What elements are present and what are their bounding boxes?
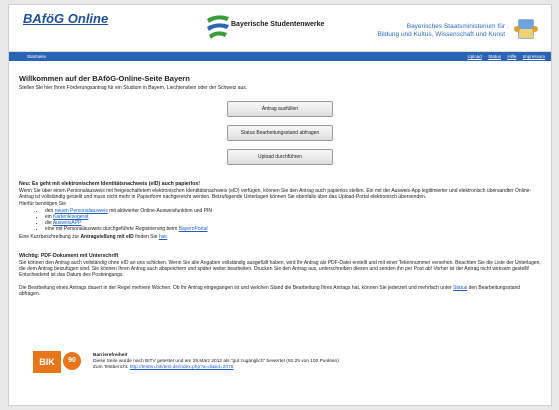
nav-bar: Startseite Upload Status Hilfe Impressum (9, 52, 551, 61)
bavarian-crest-icon (514, 19, 538, 39)
bik-score-badge: 90 (63, 352, 81, 370)
eid-paragraph: Wenn Sie über einen Personalausweis mit … (19, 188, 532, 200)
bafoeg-online-logo[interactable]: BAföG Online (23, 11, 108, 26)
studentenwerk-logo: Bayerische Studentenwerke (205, 11, 325, 43)
eid-section-title: Neu: Es geht mit elektronischem Identitä… (19, 181, 201, 187)
nav-links: Upload Status Hilfe Impressum (463, 54, 545, 60)
test-report-link[interactable]: http://testen.bitvtest.de/index.php?a=di… (130, 365, 234, 370)
test-report-label: Zum Testbericht: (93, 365, 129, 370)
ministry-line-2: Bildung und Kultus, Wissenschaft und Kun… (377, 31, 505, 38)
eid-requirements-intro: Hierfür benötigen Sie (19, 201, 66, 207)
list-item-text: mit aktivierter Online-Ausweisfunktion u… (109, 208, 213, 214)
bik-logo: BIK (33, 351, 61, 373)
fill-application-button[interactable]: Antrag ausfüllen (227, 101, 333, 117)
accessibility-footer: BIK 90 Barrierefreiheit Diese Seite wurd… (33, 351, 533, 381)
pdf-section-title: Wichtig: PDF-Dokument mit Unterschrift (19, 253, 119, 259)
main-content: Willkommen auf der BAföG-Online-Seite Ba… (9, 61, 551, 297)
studentenwerk-mark-icon (207, 15, 229, 39)
processing-text: Die Bearbeitung eines Antrags dauert in … (19, 285, 452, 291)
action-buttons: Antrag ausfüllen Status Bearbeitungsstan… (19, 101, 541, 165)
page: BAföG Online Bayerische Studentenwerke B… (8, 4, 552, 406)
ministry-line-1: Bayerisches Staatsministerium für (406, 23, 505, 30)
nav-home-link[interactable]: Startseite (27, 54, 46, 59)
ministry-name: Bayerisches Staatsministerium für Bildun… (377, 23, 505, 39)
accessibility-info: Barrierefreiheit Diese Seite wurde nach … (93, 353, 339, 371)
upload-button[interactable]: Upload durchführen (227, 149, 333, 165)
site-header: BAföG Online Bayerische Studentenwerke B… (9, 5, 551, 52)
nav-status-link[interactable]: Status (488, 54, 501, 59)
studentenwerk-name: Bayerische Studentenwerke (231, 21, 325, 28)
pdf-paragraph: Sie können den Antrag auch vollständig o… (19, 260, 541, 278)
nav-upload-link[interactable]: Upload (468, 54, 482, 59)
nav-help-link[interactable]: Hilfe (507, 54, 516, 59)
processing-paragraph: Die Bearbeitung eines Antrags dauert in … (19, 285, 541, 297)
list-item-text: eine mit Personalausweis durchgeführte R… (45, 226, 178, 232)
eid-description-line: Eine Kurzbeschreibung zur Antragstellung… (19, 234, 541, 240)
nav-imprint-link[interactable]: Impressum (523, 54, 545, 59)
status-link[interactable]: Status (453, 285, 467, 291)
list-item: eine mit Personalausweis durchgeführte R… (45, 226, 541, 232)
eid-description-text-2: finden Sie (135, 234, 158, 240)
eid-description-text: Eine Kurzbeschreibung zur (19, 234, 80, 240)
eid-description-bold: Antragstellung mit eID (80, 234, 134, 240)
eid-description-link[interactable]: hier (159, 234, 167, 240)
status-query-button[interactable]: Status Bearbeitungsstand abfragen (227, 125, 333, 141)
page-title: Willkommen auf der BAföG-Online-Seite Ba… (19, 74, 190, 83)
intro-text: Stellen Sie hier Ihren Förderungsantrag … (19, 85, 248, 91)
bayernportal-link[interactable]: BayernPortal (179, 226, 208, 232)
eid-requirements-list: den neuen Personalausweis mit aktivierte… (19, 208, 541, 232)
test-report-line: Zum Testbericht: http://testen.bitvtest.… (93, 365, 339, 371)
